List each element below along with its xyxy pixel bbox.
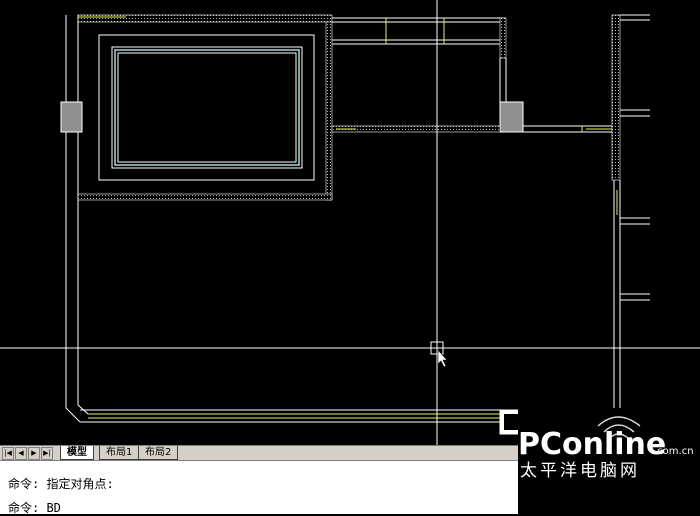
next-tab-button[interactable]: ▶: [28, 447, 40, 460]
right-room-wall-hatch: [499, 17, 507, 59]
column-right: [499, 101, 524, 133]
first-tab-button[interactable]: |◀: [2, 447, 14, 460]
inner-panel: [98, 34, 315, 181]
column-left: [60, 101, 83, 133]
tab-layout2[interactable]: 布局2: [138, 446, 179, 460]
watermark-brand: PConline: [518, 427, 666, 462]
right-wall-hatch: [611, 14, 621, 181]
inner-frame: [111, 46, 303, 169]
left-wall: [65, 15, 89, 423]
tab-model[interactable]: 模型: [60, 446, 94, 460]
upper-window-wall: [332, 17, 506, 45]
tab-layout1[interactable]: 布局1: [99, 446, 140, 460]
watermark-slogan: 太平洋电脑网: [520, 461, 640, 481]
bottom-window: [88, 413, 500, 419]
mid-wall-hatch: [331, 125, 501, 133]
crosshair-cursor: [0, 0, 700, 445]
prev-tab-button[interactable]: ◀: [15, 447, 27, 460]
command-prompt-line[interactable]: 命令: BD: [8, 499, 61, 516]
last-tab-button[interactable]: ▶|: [41, 447, 53, 460]
command-history-line: 命令: 指定对角点:: [8, 477, 114, 491]
room-wall-bottom-hatch: [77, 193, 333, 201]
pconline-watermark-logo: PConline .com.cn 太平洋电脑网: [518, 408, 700, 513]
room-wall-right-hatch: [325, 21, 333, 201]
drawing-canvas[interactable]: [0, 0, 700, 445]
watermark-domain: .com.cn: [654, 446, 694, 457]
command-window[interactable]: 命令: 指定对角点: 命令: BD: [0, 460, 518, 516]
top-wall-hatch: [77, 14, 333, 23]
